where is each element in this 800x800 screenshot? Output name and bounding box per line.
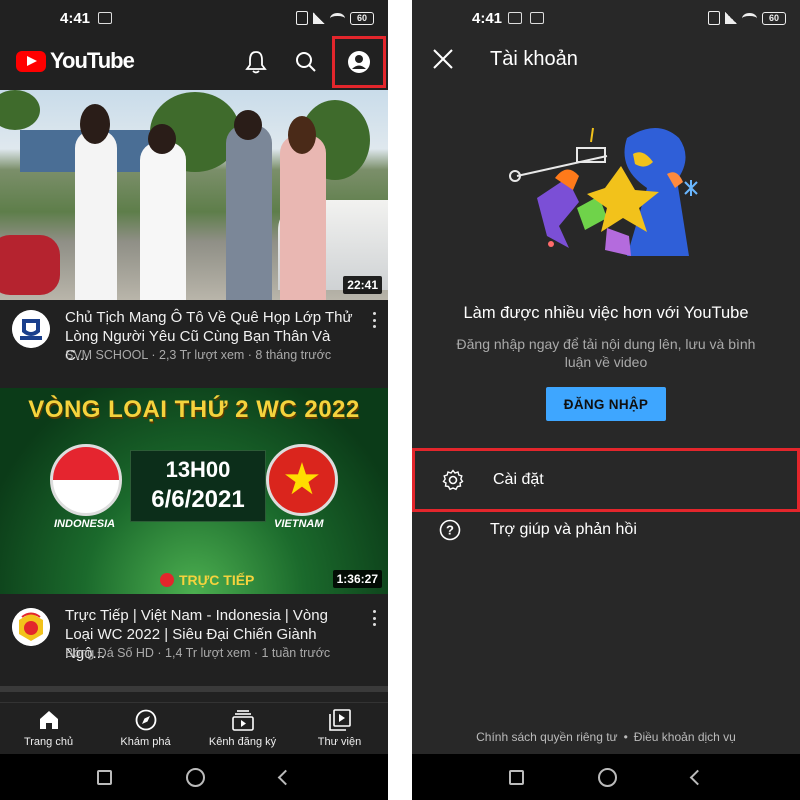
explore-icon <box>135 709 156 731</box>
page-title: Tài khoản <box>490 48 578 70</box>
status-time: 4:41 <box>472 9 503 27</box>
sign-in-button[interactable]: ĐĂNG NHẬP <box>546 387 666 421</box>
nav-item-library[interactable]: Thư viện <box>291 703 388 754</box>
svg-text:?: ? <box>446 523 454 538</box>
gear-icon <box>442 469 464 491</box>
youtube-logo-text: YouTube <box>50 48 135 73</box>
video-info[interactable]: Chủ Tịch Mang Ô Tô Về Quê Họp Lớp Thử Lò… <box>0 300 388 370</box>
signal-icon <box>725 12 737 24</box>
video-meta: Bóng Đá Số HD · 1,4 Tr lượt xem · 1 tuần… <box>65 646 331 660</box>
team-left-label: INDONESIA <box>54 518 116 530</box>
terms-of-service-link[interactable]: Điều khoản dịch vụ <box>634 730 736 744</box>
match-date: 6/6/2021 <box>151 486 245 513</box>
bottom-navigation: Trang chủ Khám phá Kênh đăng ký Thư viện <box>0 702 388 754</box>
video-duration: 22:41 <box>343 276 382 294</box>
more-vert-icon <box>372 610 376 613</box>
match-time-box: 13H00 6/6/2021 <box>130 450 266 522</box>
youtube-play-icon <box>16 50 46 72</box>
menu-item-label: Cài đặt <box>493 471 544 488</box>
video-duration: 1:36:27 <box>332 570 382 588</box>
signal-icon <box>313 12 325 24</box>
nav-item-subscriptions[interactable]: Kênh đăng ký <box>194 703 291 754</box>
match-time: 13H00 <box>165 457 231 482</box>
nav-label: Trang chủ <box>23 736 74 748</box>
video-info[interactable]: Trực Tiếp | Việt Nam - Indonesia | Vòng … <box>0 598 388 668</box>
back-icon[interactable] <box>689 769 706 785</box>
thumbnail-headline: VÒNG LOẠI THỨ 2 WC 2022 <box>28 396 360 423</box>
account-icon <box>348 51 370 73</box>
vibrate-icon <box>296 11 308 25</box>
gallery-notification-icon <box>508 12 523 24</box>
indonesia-flag-icon <box>50 444 122 516</box>
home-circle-icon[interactable] <box>598 767 618 787</box>
nav-label: Kênh đăng ký <box>208 736 277 748</box>
battery-icon: 60 <box>350 11 374 25</box>
system-navigation-bar <box>0 754 388 800</box>
menu-item-help[interactable]: ? Trợ giúp và phản hồi <box>412 500 800 560</box>
status-icons: 60 <box>296 11 374 25</box>
wifi-icon <box>330 12 345 24</box>
footer-links: Chính sách quyền riêng tư • Điều khoản dịc… <box>412 730 800 744</box>
promo-title: Làm được nhiều việc hơn với YouTube <box>463 304 749 322</box>
channel-avatar[interactable] <box>12 608 50 646</box>
recent-apps-icon[interactable] <box>97 769 113 785</box>
home-screen: 4:41 60 YouTube 22:41 Chủ Tịch Mang Ô Tô… <box>0 0 388 800</box>
account-button[interactable] <box>332 36 386 88</box>
top-app-bar: YouTube <box>0 36 388 88</box>
privacy-policy-link[interactable]: Chính sách quyền riêng tư <box>476 730 617 744</box>
sign-in-illustration <box>509 127 698 256</box>
search-icon <box>296 52 316 72</box>
account-header: Tài khoản <box>412 36 800 82</box>
battery-icon: 60 <box>762 11 786 25</box>
video-meta: SVM SCHOOL · 2,3 Tr lượt xem · 8 tháng t… <box>65 348 332 362</box>
video-thumbnail[interactable]: 22:41 <box>0 90 388 300</box>
home-circle-icon[interactable] <box>186 767 206 787</box>
nav-label: Khám phá <box>120 736 171 748</box>
zalo-notification-icon <box>98 12 113 24</box>
close-icon <box>433 49 453 69</box>
more-vert-icon <box>372 312 376 315</box>
nav-item-explore[interactable]: Khám phá <box>97 703 194 754</box>
nav-label: Thư viện <box>317 736 362 748</box>
video-thumbnail[interactable]: VÒNG LOẠI THỨ 2 WC 2022 ★ INDONESIA VIET… <box>0 388 388 594</box>
youtube-logo[interactable]: YouTube <box>16 48 135 74</box>
notifications-button[interactable] <box>238 44 274 80</box>
bell-icon <box>245 51 267 74</box>
search-button[interactable] <box>288 44 324 80</box>
footer-separator: • <box>623 730 628 744</box>
divider <box>0 686 388 692</box>
status-bar: 4:41 60 <box>412 0 800 36</box>
live-badge: TRỰC TIẾP <box>160 572 254 588</box>
wifi-icon <box>742 12 757 24</box>
promo-text: Đăng nhập ngay để tải nội dung lên, lưu … <box>456 336 756 370</box>
recent-apps-icon[interactable] <box>509 769 525 785</box>
help-icon: ? <box>439 519 461 541</box>
more-options-button[interactable] <box>370 608 378 628</box>
vietnam-flag-icon: ★ <box>266 444 338 516</box>
zalo-notification-icon <box>530 12 545 24</box>
close-button[interactable] <box>430 46 456 72</box>
system-navigation-bar <box>412 754 800 800</box>
bong-da-so-logo-icon <box>12 608 50 646</box>
nav-item-home[interactable]: Trang chủ <box>0 703 97 754</box>
vibrate-icon <box>708 11 720 25</box>
home-icon <box>39 711 58 729</box>
status-time: 4:41 <box>60 9 91 27</box>
menu-item-label: Trợ giúp và phản hồi <box>490 521 637 538</box>
status-bar: 4:41 60 <box>0 0 388 36</box>
library-icon <box>328 709 351 731</box>
back-icon[interactable] <box>277 769 294 785</box>
channel-avatar[interactable] <box>12 310 50 348</box>
account-screen: 4:41 60 Tài khoản Làm được nhiều việc hơ… <box>412 0 800 800</box>
live-dot-icon <box>160 573 174 587</box>
svm-school-logo-icon <box>12 310 50 348</box>
status-icons: 60 <box>708 11 786 25</box>
more-options-button[interactable] <box>370 310 378 330</box>
team-right-label: VIETNAM <box>274 518 324 530</box>
subscriptions-icon <box>231 710 254 731</box>
